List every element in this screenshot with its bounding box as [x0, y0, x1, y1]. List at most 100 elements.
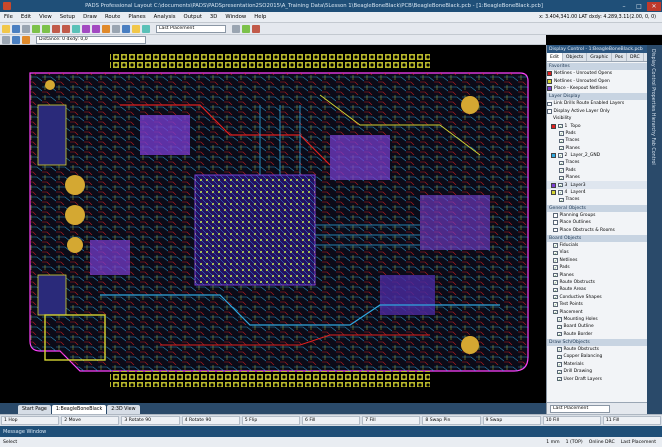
general-item[interactable]: Planning Groups — [547, 212, 647, 219]
place-icon[interactable] — [122, 24, 130, 33]
layer-row[interactable]: ✓ Traces — [547, 137, 647, 144]
checkbox[interactable]: ✓ — [558, 190, 563, 195]
fkey-8[interactable]: 8 Swap Pin — [422, 416, 481, 425]
layer-row[interactable]: ✓ 3 Layer3 — [547, 181, 647, 189]
checkbox[interactable]: ✓ — [553, 302, 558, 307]
checkbox[interactable]: ✓ — [553, 287, 558, 293]
color-swatch[interactable] — [551, 190, 556, 196]
fkey-11[interactable]: 11 Fill — [602, 416, 662, 425]
layer-row[interactable]: ✓ Pads — [547, 167, 647, 174]
general-item[interactable]: Place Obstructs & Rooms — [547, 226, 647, 233]
fkey-4[interactable]: 4 Rotate 90 — [181, 416, 240, 425]
section-board-objects[interactable]: Board Objects — [547, 234, 647, 242]
checkbox[interactable]: ✓ — [557, 324, 562, 330]
checkbox[interactable]: ✓ — [559, 175, 564, 181]
checkbox[interactable]: ✓ — [553, 243, 558, 248]
checkbox[interactable]: ✓ — [559, 138, 564, 144]
checkbox[interactable]: ✓ — [557, 376, 562, 382]
route-icon[interactable] — [82, 24, 90, 33]
drawing-item[interactable]: ✓ Materials — [547, 361, 647, 368]
menu-help[interactable]: Help — [250, 14, 270, 20]
checkbox[interactable]: ✓ — [558, 123, 563, 129]
checkbox[interactable]: ✓ — [559, 145, 564, 151]
open-icon[interactable] — [2, 24, 10, 33]
snap-icon[interactable] — [242, 24, 250, 33]
checkbox[interactable] — [553, 227, 558, 233]
menu-window[interactable]: Window — [221, 14, 250, 20]
checkbox[interactable]: ✓ — [557, 317, 562, 322]
favorite-item[interactable]: Netlines - Unrouted Opens — [547, 70, 647, 77]
layer-row[interactable]: ✓ Planes — [547, 145, 647, 152]
drc-icon[interactable] — [102, 24, 110, 33]
layer-row[interactable]: ✓ Traces — [547, 196, 647, 203]
menu-setup[interactable]: Setup — [56, 14, 79, 20]
fkey-5[interactable]: 5 Flip — [241, 416, 300, 425]
placement-item[interactable]: ✓ Placement — [547, 308, 647, 315]
maximize-button[interactable]: □ — [632, 2, 646, 11]
status-mode[interactable]: Online DRC — [589, 440, 615, 445]
minimize-button[interactable]: – — [617, 2, 631, 11]
checkbox[interactable]: ✓ — [553, 294, 558, 300]
color-swatch[interactable] — [551, 153, 556, 159]
message-window-bar[interactable]: Message Window — [0, 426, 662, 437]
menu-analysis[interactable]: Analysis — [150, 14, 180, 20]
grid-icon[interactable] — [252, 24, 260, 33]
fkey-2[interactable]: 2 Move — [61, 416, 120, 425]
menu-draw[interactable]: Draw — [79, 14, 101, 20]
section-general-objects[interactable]: General Objects — [547, 204, 647, 212]
redo-icon[interactable] — [42, 24, 50, 33]
favorite-item[interactable]: Place - Keepout Netlines — [547, 85, 647, 92]
layer-row[interactable]: ✓ Traces — [547, 159, 647, 166]
close-button[interactable]: ✕ — [647, 1, 661, 11]
print-icon[interactable] — [22, 24, 30, 33]
board-item[interactable]: ✓ Fiducials — [547, 242, 647, 249]
board-item[interactable]: ✓ Pads — [547, 264, 647, 271]
checkbox[interactable]: ✓ — [558, 153, 563, 158]
drawing-item[interactable]: ✓ User Draft Layers — [547, 375, 647, 382]
checkbox[interactable]: ✓ — [558, 182, 563, 188]
fit-board-icon[interactable] — [72, 24, 80, 33]
panel-tab-drc[interactable]: DRC — [627, 53, 644, 61]
drawing-item[interactable]: ✓ Copper Balancing — [547, 353, 647, 360]
checkbox[interactable]: ✓ — [553, 250, 558, 256]
layer-row[interactable]: ✓ Planes — [547, 174, 647, 181]
save-icon[interactable] — [12, 24, 20, 33]
text-icon[interactable] — [22, 35, 30, 44]
menu-route[interactable]: Route — [101, 14, 124, 20]
menu-output[interactable]: Output — [180, 14, 206, 20]
panel-tab-objects[interactable]: Objects — [563, 53, 588, 61]
fkey-3[interactable]: 3 Rotate 90 — [121, 416, 180, 425]
checkbox[interactable]: ✓ — [553, 309, 558, 315]
pcb-canvas[interactable] — [0, 45, 546, 403]
placement-item[interactable]: ✓ Route Border — [547, 331, 647, 338]
fkey-1[interactable]: 1 Hop — [1, 416, 60, 425]
section-favorites[interactable]: Favorites — [547, 63, 647, 70]
layer-row[interactable]: ✓ 2 Layer_2_GND — [547, 152, 647, 159]
placement-item[interactable]: ✓ Mounting Holes — [547, 316, 647, 323]
panel-tab-graphic[interactable]: Graphic — [587, 53, 613, 61]
fkey-6[interactable]: 6 Fill — [301, 416, 361, 425]
board-item[interactable]: ✓ Conductive Shapes — [547, 294, 647, 301]
color-swatch[interactable] — [551, 182, 556, 188]
fkey-9[interactable]: 9 Swap — [482, 416, 541, 425]
board-item[interactable]: ✓ Route Obstructs — [547, 279, 647, 286]
favorite-item[interactable]: Netlines - Unrouted Open — [547, 77, 647, 84]
tab-start-page[interactable]: Start Page — [18, 405, 51, 414]
board-item[interactable]: ✓ Vias — [547, 249, 647, 256]
measure-icon[interactable] — [112, 24, 120, 33]
checkbox[interactable]: ✓ — [557, 369, 562, 374]
layer-row[interactable]: ✓ 4 Layer4 — [547, 189, 647, 196]
undo-icon[interactable] — [32, 24, 40, 33]
board-item[interactable]: ✓ Netlines — [547, 257, 647, 264]
checkbox[interactable]: ✓ — [557, 362, 562, 367]
checkbox[interactable] — [547, 109, 552, 114]
layer-option[interactable]: Visibility — [547, 115, 647, 122]
drawing-item[interactable]: ✓ Route Obstructs — [547, 346, 647, 353]
fkey-10[interactable]: 10 Fill — [542, 416, 601, 425]
tab-beaglebone[interactable]: 1:BeagleBoneBlack — [51, 405, 107, 414]
panel-tab-pos[interactable]: Pos — [612, 53, 627, 61]
menu-3d[interactable]: 3D — [206, 14, 221, 20]
checkbox[interactable]: ✓ — [553, 265, 558, 270]
checkbox[interactable]: ✓ — [557, 354, 562, 360]
scheme-select[interactable]: Last Placement — [156, 24, 226, 33]
